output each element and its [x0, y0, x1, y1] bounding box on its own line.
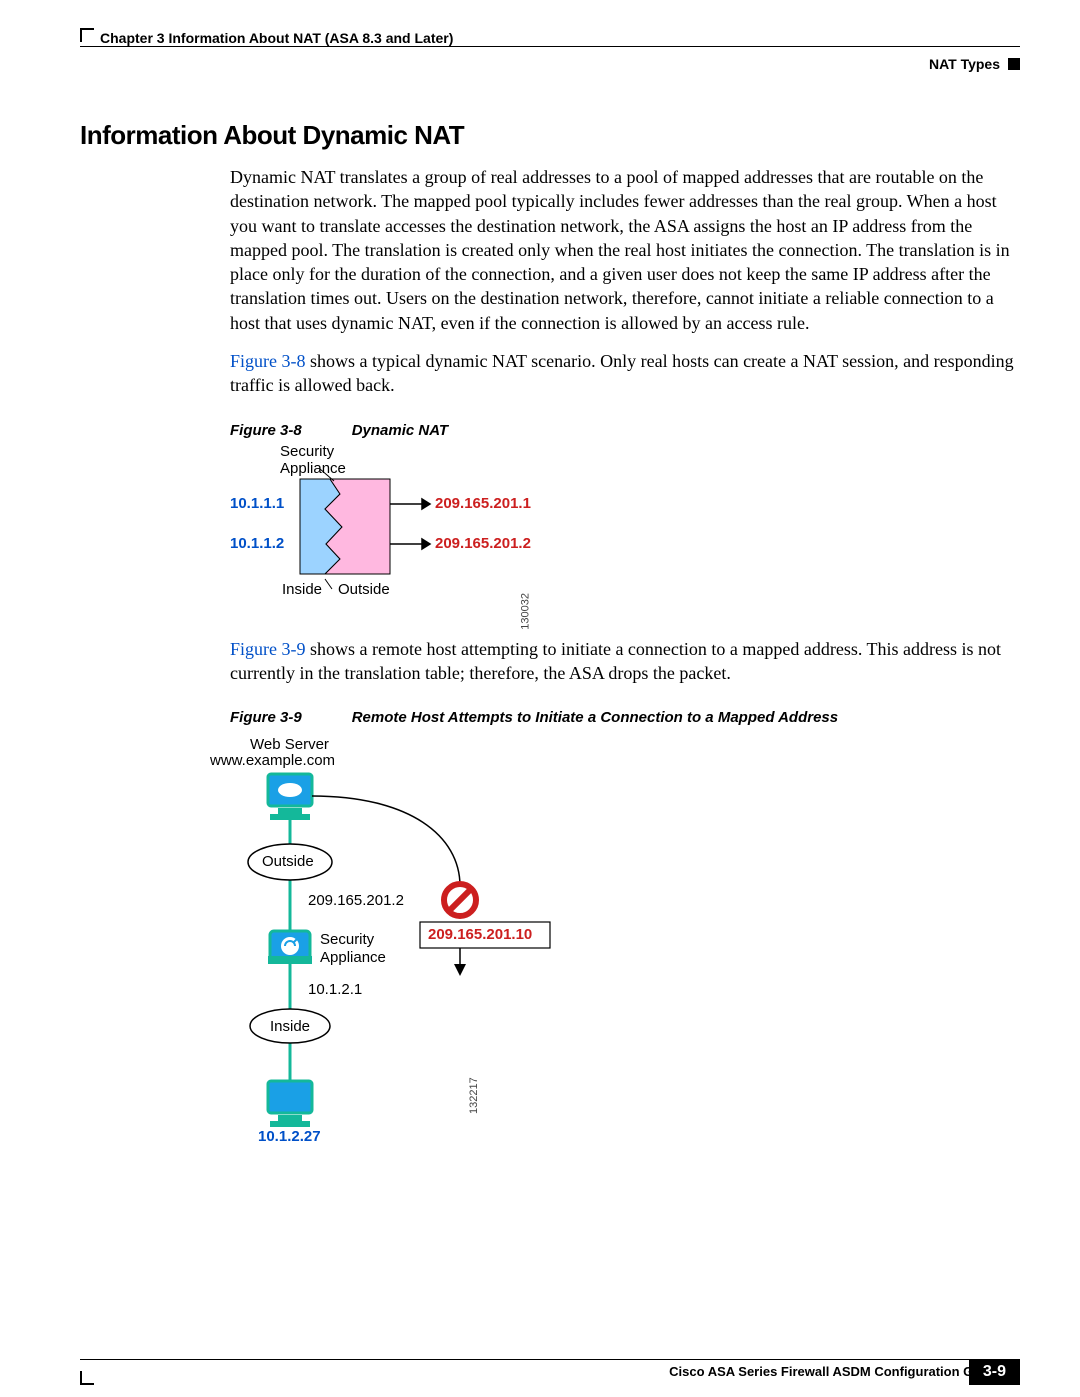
f9-ip-sa-inside: 10.1.2.1 [308, 981, 362, 998]
f8-ip-inside-1: 10.1.1.1 [230, 495, 284, 512]
security-appliance-icon [268, 931, 312, 964]
f9-outside-label: Outside [262, 853, 314, 870]
figure-3-9-link[interactable]: Figure 3-9 [230, 639, 306, 659]
f8-inside-label: Inside [282, 581, 322, 598]
paragraph-2-rest: shows a typical dynamic NAT scenario. On… [230, 351, 1014, 395]
f9-web-server-label: Web Server [250, 736, 329, 753]
f8-security-appliance-label: Security Appliance [280, 443, 346, 478]
figure-3-9: Web Server www.example.com Outside 209.1… [230, 736, 590, 1156]
f8-ip-outside-2: 209.165.201.2 [435, 535, 531, 552]
f9-ip-mapped: 209.165.201.10 [428, 926, 532, 943]
paragraph-1: Dynamic NAT translates a group of real a… [230, 165, 1020, 335]
f9-image-id: 132217 [468, 1078, 480, 1115]
paragraph-3: Figure 3-9 shows a remote host attemptin… [230, 637, 1020, 686]
f9-inside-label: Inside [270, 1018, 310, 1035]
figure-3-8-title: Dynamic NAT [352, 422, 448, 439]
figure-3-8-label: Figure 3-8 [230, 422, 302, 439]
f8-ip-inside-2: 10.1.1.2 [230, 535, 284, 552]
figure-3-9-label: Figure 3-9 [230, 709, 302, 726]
header-rule [80, 46, 1020, 47]
figure-3-9-caption: Figure 3-9 Remote Host Attempts to Initia… [230, 709, 1020, 726]
header-marker-icon [1008, 58, 1020, 70]
f8-image-id: 130032 [520, 593, 532, 630]
page-number: 3-9 [969, 1359, 1020, 1385]
f8-outside-label: Outside [338, 581, 390, 598]
figure-3-8: Security Appliance 10.1.1.1 10.1.1.2 209… [230, 449, 550, 619]
header-section-text: NAT Types [929, 56, 1000, 72]
footer-guide-title: Cisco ASA Series Firewall ASDM Configura… [669, 1364, 1000, 1379]
f9-security-appliance-label: Security Appliance [320, 931, 386, 966]
figure-3-8-caption: Figure 3-8 Dynamic NAT [230, 422, 1020, 439]
header-chapter: Chapter 3 Information About NAT (ASA 8.3… [100, 30, 1020, 46]
f9-ip-outside: 209.165.201.2 [308, 892, 404, 909]
web-server-icon [268, 774, 312, 820]
footer: Cisco ASA Series Firewall ASDM Configura… [80, 1359, 1020, 1379]
f9-ip-host: 10.1.2.27 [258, 1128, 321, 1145]
blocked-icon [444, 884, 476, 916]
paragraph-3-rest: shows a remote host attempting to initia… [230, 639, 1001, 683]
section-heading: Information About Dynamic NAT [80, 120, 1020, 151]
figure-3-8-link[interactable]: Figure 3-8 [230, 351, 306, 371]
inside-host-icon [268, 1081, 312, 1127]
f9-web-url: www.example.com [210, 752, 335, 769]
crop-mark-tl [80, 28, 94, 42]
header-section: NAT Types [929, 56, 1020, 72]
figure-3-9-title: Remote Host Attempts to Initiate a Conne… [352, 709, 838, 726]
f8-ip-outside-1: 209.165.201.1 [435, 495, 531, 512]
paragraph-2: Figure 3-8 shows a typical dynamic NAT s… [230, 349, 1020, 398]
